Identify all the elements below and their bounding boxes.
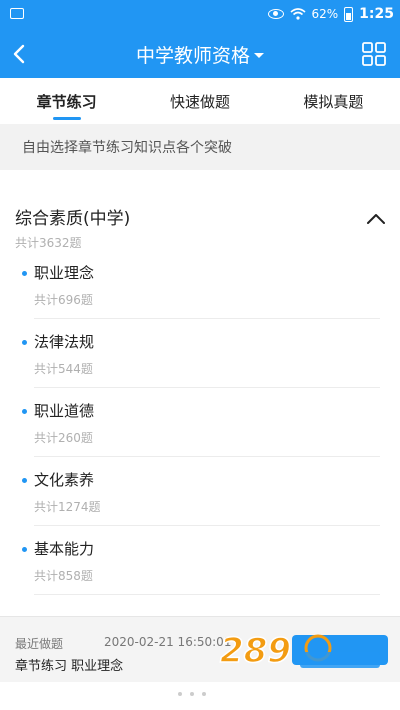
item-count: 共计858题 xyxy=(34,569,93,583)
item-count: 共计260题 xyxy=(34,431,93,445)
caret-down-icon xyxy=(254,53,264,58)
list-item[interactable]: 法律法规 共计544题 xyxy=(0,319,400,388)
status-indicators: 62% 1:25 xyxy=(267,6,394,22)
bullet-dot-icon xyxy=(22,409,27,414)
battery-percent: 62% xyxy=(311,7,339,21)
recent-label: 最近做题 xyxy=(15,637,64,651)
recent-item: 章节练习 职业理念 xyxy=(15,659,124,674)
battery-icon xyxy=(344,6,354,22)
status-bar: 62% 1:25 xyxy=(0,0,400,30)
continue-button[interactable] xyxy=(292,635,388,665)
tab-chapter-practice[interactable]: 章节练习 xyxy=(0,78,133,124)
exam-selector[interactable]: 中学教师资格 xyxy=(0,30,400,78)
bullet-dot-icon xyxy=(22,547,27,552)
page-indicator xyxy=(178,692,206,696)
item-label: 文化素养 xyxy=(34,471,95,489)
list-item[interactable]: 职业理念 共计696题 xyxy=(0,250,400,319)
divider xyxy=(34,594,380,595)
item-label: 职业道德 xyxy=(34,402,95,420)
item-label: 基本能力 xyxy=(34,540,95,558)
section-count: 共计3632题 xyxy=(15,236,82,250)
image-notification-icon xyxy=(10,8,24,19)
recent-practice-bar: 最近做题 2020-02-21 16:50:01 章节练习 职业理念 xyxy=(0,616,400,683)
tab-mock-exam[interactable]: 模拟真题 xyxy=(267,78,400,124)
bullet-dot-icon xyxy=(22,478,27,483)
bullet-dot-icon xyxy=(22,340,27,345)
app-bar: 中学教师资格 xyxy=(0,30,400,78)
tab-bar: 章节练习 快速做题 模拟真题 xyxy=(0,78,400,125)
hint-banner: 自由选择章节练习知识点各个突破 xyxy=(0,124,400,170)
bullet-dot-icon xyxy=(22,271,27,276)
list-item[interactable]: 职业道德 共计260题 xyxy=(0,388,400,457)
list-item[interactable]: 基本能力 共计858题 xyxy=(0,526,400,595)
item-label: 职业理念 xyxy=(34,264,95,282)
grid-menu-icon[interactable] xyxy=(360,40,388,68)
hint-text: 自由选择章节练习知识点各个突破 xyxy=(22,140,232,156)
eye-icon xyxy=(267,9,284,19)
item-count: 共计1274题 xyxy=(34,500,101,514)
list-item[interactable]: 文化素养 共计1274题 xyxy=(0,457,400,526)
chevron-up-icon[interactable] xyxy=(366,212,386,226)
clock: 1:25 xyxy=(359,6,394,22)
section-title: 综合素质(中学) xyxy=(15,209,131,229)
item-count: 共计696题 xyxy=(34,293,93,307)
page-title: 中学教师资格 xyxy=(135,44,250,67)
chapter-list: 职业理念 共计696题 法律法规 共计544题 职业道德 共计260题 文化素养… xyxy=(0,250,400,595)
wifi-icon xyxy=(289,8,306,20)
recent-timestamp: 2020-02-21 16:50:01 xyxy=(104,635,232,649)
tab-quick-practice[interactable]: 快速做题 xyxy=(133,78,266,124)
item-label: 法律法规 xyxy=(34,333,95,351)
navigation-bar xyxy=(0,682,400,710)
item-count: 共计544题 xyxy=(34,362,93,376)
spacer xyxy=(0,170,400,192)
